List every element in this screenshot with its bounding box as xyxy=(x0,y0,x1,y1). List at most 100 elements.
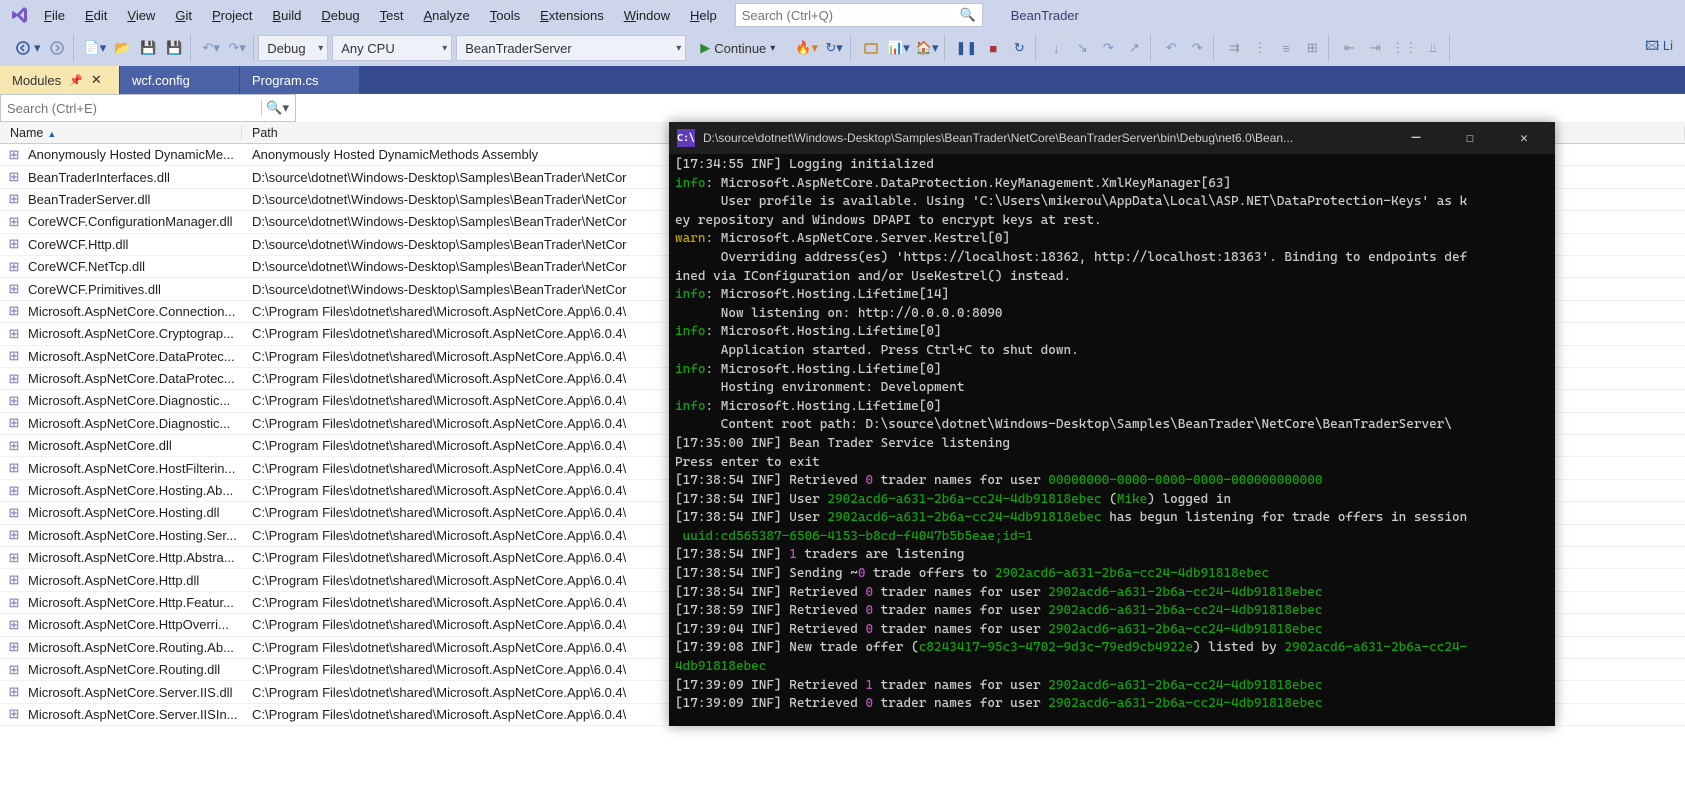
search-icon: 🔍▾ xyxy=(261,100,289,116)
module-name: Microsoft.AspNetCore.Http.Featur... xyxy=(28,595,242,610)
col-name[interactable]: Name▲ xyxy=(0,126,242,140)
misc2-button[interactable]: ⋮ xyxy=(1248,36,1272,60)
redo-button[interactable]: ↷▾ xyxy=(225,36,249,60)
search-icon: 🔍 xyxy=(960,7,976,23)
module-icon: ⊞ xyxy=(0,460,28,476)
new-item-button[interactable]: 📄▾ xyxy=(82,36,109,60)
app-insights-button[interactable]: 📊▾ xyxy=(885,36,912,60)
module-icon: ⊞ xyxy=(0,147,28,163)
menu-test[interactable]: Test xyxy=(370,4,414,27)
module-icon: ⊞ xyxy=(0,348,28,364)
nav-fwd-button[interactable] xyxy=(45,36,69,60)
tab-modules[interactable]: Modules📌✕ xyxy=(0,66,120,94)
module-name: Microsoft.AspNetCore.DataProtec... xyxy=(28,371,242,386)
module-icon: ⊞ xyxy=(0,259,28,275)
menu-window[interactable]: Window xyxy=(614,4,680,27)
misc1-button[interactable]: ⇉ xyxy=(1222,36,1246,60)
break-all-button[interactable]: ❚❚ xyxy=(953,36,979,60)
modules-search-input[interactable] xyxy=(7,101,261,116)
menu-edit[interactable]: Edit xyxy=(75,4,117,27)
console-icon: C:\ xyxy=(677,129,695,147)
config-combo[interactable]: Debug xyxy=(258,35,328,61)
global-search[interactable]: 🔍 xyxy=(735,3,983,27)
modules-search[interactable]: 🔍▾ xyxy=(0,94,296,122)
global-search-input[interactable] xyxy=(742,8,960,23)
live-share-button[interactable]: 🖾 Li xyxy=(1643,36,1675,60)
menu-view[interactable]: View xyxy=(117,4,165,27)
stop-debug-button[interactable]: ■ xyxy=(981,36,1005,60)
sort-asc-icon: ▲ xyxy=(47,129,56,139)
menu-git[interactable]: Git xyxy=(165,4,202,27)
module-icon: ⊞ xyxy=(0,371,28,387)
module-name: Microsoft.AspNetCore.HostFilterin... xyxy=(28,461,242,476)
menu-extensions[interactable]: Extensions xyxy=(530,4,614,27)
maximize-button[interactable]: ☐ xyxy=(1447,122,1493,154)
module-name: CoreWCF.Http.dll xyxy=(28,237,242,252)
step-out-button[interactable]: ↗ xyxy=(1122,36,1146,60)
find-in-files-button[interactable]: 🏠▾ xyxy=(914,36,941,60)
continue-button[interactable]: ▶ Continue ▾ xyxy=(694,36,781,60)
tab-label: wcf.config xyxy=(132,73,190,88)
misc4-button[interactable]: ⊞ xyxy=(1300,36,1324,60)
menu-analyze[interactable]: Analyze xyxy=(414,4,480,27)
module-name: Microsoft.AspNetCore.Hosting.Ser... xyxy=(28,528,242,543)
show-next-button[interactable]: ↓ xyxy=(1044,36,1068,60)
undo-button[interactable]: ↶▾ xyxy=(199,36,223,60)
menu-tools[interactable]: Tools xyxy=(480,4,530,27)
module-name: CoreWCF.ConfigurationManager.dll xyxy=(28,214,242,229)
module-icon: ⊞ xyxy=(0,483,28,499)
save-all-button[interactable]: 💾 xyxy=(162,36,186,60)
module-name: Microsoft.AspNetCore.Hosting.Ab... xyxy=(28,483,242,498)
module-icon: ⊞ xyxy=(0,393,28,409)
menu-project[interactable]: Project xyxy=(202,4,262,27)
restart-button[interactable]: ↻▾ xyxy=(822,36,846,60)
module-name: BeanTraderServer.dll xyxy=(28,192,242,207)
close-button[interactable]: ✕ xyxy=(1501,122,1547,154)
pin-icon[interactable]: 📌 xyxy=(69,74,83,87)
indent-more-button[interactable]: ⇥ xyxy=(1363,36,1387,60)
open-button[interactable]: 📂 xyxy=(110,36,134,60)
save-button[interactable]: 💾 xyxy=(136,36,160,60)
tab-wcf-config[interactable]: wcf.config xyxy=(120,66,240,94)
step-into-button[interactable]: ↘ xyxy=(1070,36,1094,60)
module-icon: ⊞ xyxy=(0,617,28,633)
step-over-button[interactable]: ↷ xyxy=(1096,36,1120,60)
module-name: Microsoft.AspNetCore.HttpOverri... xyxy=(28,617,242,632)
module-name: Microsoft.AspNetCore.Hosting.dll xyxy=(28,505,242,520)
vs-logo-icon xyxy=(6,1,34,29)
module-icon: ⊞ xyxy=(0,662,28,678)
menu-file[interactable]: File xyxy=(34,4,75,27)
browser-link-button[interactable] xyxy=(859,36,883,60)
nav-back-button[interactable]: ▾ xyxy=(14,36,43,60)
document-tabs: Modules📌✕wcf.configProgram.cs xyxy=(0,66,1685,94)
console-output[interactable]: [17:34:55 INF] Logging initializedinfo: … xyxy=(669,154,1555,726)
minimize-button[interactable]: ─ xyxy=(1393,122,1439,154)
module-icon: ⊞ xyxy=(0,214,28,230)
hot-reload-button[interactable]: 🔥▾ xyxy=(793,36,820,60)
comment-button[interactable]: ⋮⋮ xyxy=(1389,36,1419,60)
misc3-button[interactable]: ≡ xyxy=(1274,36,1298,60)
restart-debug-button[interactable]: ↻ xyxy=(1007,36,1031,60)
menu-debug[interactable]: Debug xyxy=(311,4,369,27)
play-icon: ▶ xyxy=(700,40,710,56)
module-icon: ⊞ xyxy=(0,415,28,431)
step-fwd-button[interactable]: ↷ xyxy=(1185,36,1209,60)
module-icon: ⊞ xyxy=(0,684,28,700)
step-back-button[interactable]: ↶ xyxy=(1159,36,1183,60)
tab-program-cs[interactable]: Program.cs xyxy=(240,66,360,94)
startup-project-combo[interactable]: BeanTraderServer xyxy=(456,35,686,61)
menu-help[interactable]: Help xyxy=(680,4,727,27)
console-titlebar[interactable]: C:\ D:\source\dotnet\Windows-Desktop\Sam… xyxy=(669,122,1555,154)
indent-less-button[interactable]: ⇤ xyxy=(1337,36,1361,60)
module-name: BeanTraderInterfaces.dll xyxy=(28,170,242,185)
uncomment-button[interactable]: ⫫ xyxy=(1421,36,1445,60)
module-icon: ⊞ xyxy=(0,326,28,342)
module-name: CoreWCF.NetTcp.dll xyxy=(28,259,242,274)
close-icon[interactable]: ✕ xyxy=(91,72,102,88)
platform-combo[interactable]: Any CPU xyxy=(332,35,452,61)
module-icon: ⊞ xyxy=(0,639,28,655)
module-name: Microsoft.AspNetCore.Routing.Ab... xyxy=(28,640,242,655)
module-icon: ⊞ xyxy=(0,595,28,611)
module-icon: ⊞ xyxy=(0,572,28,588)
menu-build[interactable]: Build xyxy=(262,4,311,27)
